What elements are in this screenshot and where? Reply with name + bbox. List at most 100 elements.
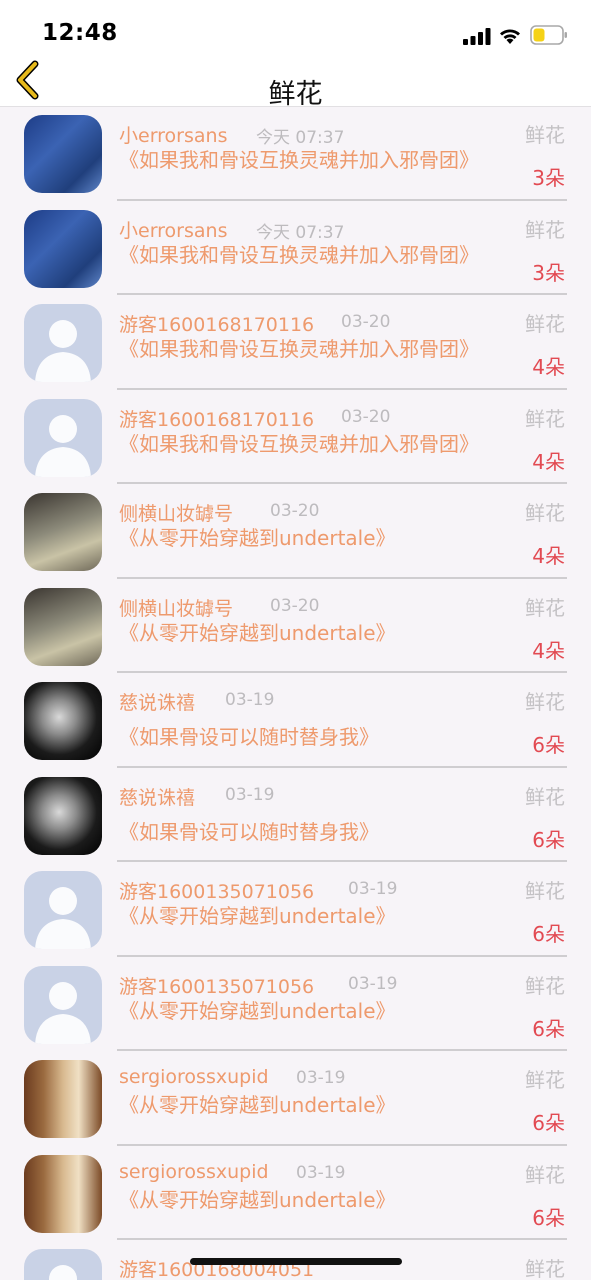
avatar[interactable]	[24, 871, 102, 949]
sent-time: 03-19	[348, 879, 398, 899]
battery-icon	[530, 25, 567, 45]
sent-time: 03-20	[270, 595, 320, 616]
list-item[interactable]: 游客1600168170116 03-20 鲜花 《如果我和骨设互换灵魂并加入邪骨团》…	[0, 391, 591, 486]
gift-type-label: 鲜花	[525, 217, 565, 242]
gift-type-label: 鲜花	[525, 784, 565, 809]
book-title[interactable]: 《从零开始穿越到undertale》	[119, 904, 499, 928]
sent-time: 03-19	[348, 973, 398, 994]
sender-name[interactable]: 小errorsans	[119, 121, 227, 148]
book-title[interactable]: 《从零开始穿越到undertale》	[119, 999, 499, 1023]
avatar[interactable]	[24, 493, 102, 571]
sender-name[interactable]: sergiorossxupid	[119, 1066, 269, 1088]
sender-name[interactable]: 游客1600168170116	[119, 310, 314, 337]
gift-type-label: 鲜花	[525, 1068, 565, 1092]
list-item[interactable]: 侧横山妆罅号 03-20 鲜花 《从零开始穿越到undertale》 4朵	[0, 485, 591, 580]
row-divider	[117, 482, 567, 484]
list-item[interactable]: 游客1600135071056 03-19 鲜花 《从零开始穿越到undertale》…	[0, 958, 591, 1053]
default-avatar-icon	[35, 414, 91, 477]
flower-count: 6朵	[532, 922, 565, 946]
avatar[interactable]	[24, 776, 102, 855]
row-divider	[117, 1049, 567, 1051]
avatar[interactable]	[24, 587, 102, 666]
list-item[interactable]: 游客1600135071056 03-19 鲜花 《从零开始穿越到undertale》…	[0, 863, 591, 958]
book-title[interactable]: 《如果我和骨设互换灵魂并加入邪骨团》	[119, 337, 499, 361]
sender-name[interactable]: 游客1600135071056	[119, 972, 314, 999]
sent-time: 03-20	[341, 312, 391, 332]
sent-time: 03-19	[296, 1068, 346, 1088]
book-title[interactable]: 《如果我和骨设互换灵魂并加入邪骨团》	[119, 243, 499, 267]
flower-count: 6朵	[532, 1016, 565, 1041]
avatar[interactable]	[24, 682, 102, 760]
default-avatar-icon	[49, 1265, 77, 1280]
sent-time: 今天 07:37	[256, 222, 345, 243]
sender-name[interactable]: 小errorsans	[119, 216, 227, 243]
sender-name[interactable]: 游客1600135071056	[119, 877, 314, 904]
row-divider	[117, 198, 567, 201]
book-title[interactable]: 《从零开始穿越到undertale》	[119, 526, 499, 550]
sender-name[interactable]: 游客1600168170116	[119, 405, 314, 432]
default-avatar-icon	[35, 981, 91, 1044]
flower-count: 6朵	[532, 1111, 565, 1135]
gift-type-label: 鲜花	[525, 1257, 565, 1280]
avatar[interactable]	[24, 1249, 102, 1280]
book-title[interactable]: 《如果骨设可以随时替身我》	[119, 820, 499, 844]
default-avatar-icon	[35, 887, 91, 949]
gift-type-label: 鲜花	[525, 406, 565, 431]
list-item[interactable]: sergiorossxupid 03-19 鲜花《从零开始穿越到undertale》…	[0, 1052, 591, 1147]
sender-name[interactable]: 侧横山妆罅号	[119, 594, 233, 621]
flower-record-list[interactable]: 小errorsans 今天 07:37 鲜花 《如果我和骨设互换灵魂并加入邪骨团》 3朵…	[0, 107, 591, 1280]
signal-icon	[463, 28, 491, 45]
book-title[interactable]: 《从零开始穿越到undertale》	[119, 1188, 499, 1212]
book-title[interactable]: 《从零开始穿越到undertale》	[119, 1093, 499, 1117]
sender-name[interactable]: 慈说诛禧	[119, 783, 195, 810]
page-title: 鲜花	[268, 79, 323, 110]
sent-time: 03-20	[270, 501, 320, 521]
avatar[interactable]	[24, 115, 102, 193]
row-divider	[117, 293, 567, 295]
gift-type-label: 鲜花	[525, 690, 565, 714]
flower-count: 6朵	[532, 733, 565, 757]
list-item[interactable]: 游客1600168170116 03-20 鲜花《如果我和骨设互换灵魂并加入邪骨团》…	[0, 296, 591, 391]
sent-time: 03-19	[296, 1162, 346, 1183]
list-item[interactable]: 小errorsans 今天 07:37 鲜花 《如果我和骨设互换灵魂并加入邪骨团》 3朵	[0, 202, 591, 297]
row-divider	[117, 576, 567, 579]
row-divider	[117, 954, 567, 957]
book-title[interactable]: 《如果我和骨设互换灵魂并加入邪骨团》	[119, 432, 499, 456]
row-divider	[117, 387, 567, 390]
gift-type-label: 鲜花	[525, 595, 565, 620]
list-item[interactable]: sergiorossxupid 03-19 鲜花《从零开始穿越到undertale》…	[0, 1147, 591, 1242]
avatar[interactable]	[24, 965, 102, 1044]
avatar[interactable]	[24, 398, 102, 477]
sent-time: 03-19	[225, 690, 275, 710]
gift-type-label: 鲜花	[525, 1162, 565, 1187]
navigation-bar: 鲜花	[0, 56, 591, 110]
book-title[interactable]: 《从零开始穿越到undertale》	[119, 621, 499, 645]
list-item[interactable]: 慈说诛禧 03-19 鲜花 《如果骨设可以随时替身我》 6朵	[0, 769, 591, 864]
avatar[interactable]	[24, 209, 102, 288]
avatar[interactable]	[24, 304, 102, 382]
book-title[interactable]: 《如果骨设可以随时替身我》	[119, 725, 499, 749]
list-item[interactable]: 小errorsans 今天 07:37 鲜花 《如果我和骨设互换灵魂并加入邪骨团》 3朵	[0, 107, 591, 202]
row-divider	[117, 765, 567, 768]
wifi-icon	[500, 29, 520, 44]
avatar[interactable]	[24, 1154, 102, 1233]
gift-type-label: 鲜花	[525, 312, 565, 336]
status-time: 12:48	[42, 20, 118, 46]
row-divider	[117, 1238, 567, 1240]
sender-name[interactable]: 侧横山妆罅号	[119, 499, 233, 526]
sent-time: 今天 07:37	[256, 128, 345, 148]
sent-time: 03-19	[225, 784, 275, 805]
list-item[interactable]: 慈说诛禧 03-19 鲜花《如果骨设可以随时替身我》 6朵	[0, 674, 591, 769]
list-item[interactable]: 侧横山妆罅号 03-20 鲜花 《从零开始穿越到undertale》 4朵	[0, 580, 591, 675]
flower-count: 6朵	[532, 1205, 565, 1230]
book-title[interactable]: 《如果我和骨设互换灵魂并加入邪骨团》	[119, 148, 499, 172]
avatar[interactable]	[24, 1060, 102, 1138]
home-indicator[interactable]	[190, 1258, 402, 1265]
flower-list-screen: 12:48 鲜花 小errorsans 今天 07:37 鲜花 《如果我和骨设互换灵魂…	[0, 0, 591, 1280]
row-divider	[117, 860, 567, 862]
gift-type-label: 鲜花	[525, 501, 565, 525]
sender-name[interactable]: 慈说诛禧	[119, 688, 195, 715]
flower-count: 4朵	[532, 355, 565, 379]
row-divider	[117, 1143, 567, 1146]
sender-name[interactable]: sergiorossxupid	[119, 1161, 269, 1183]
